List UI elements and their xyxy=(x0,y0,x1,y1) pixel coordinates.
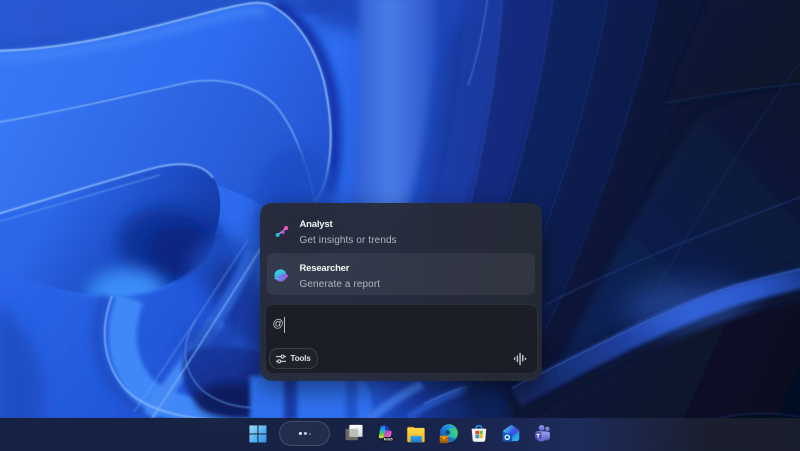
svg-text:M365: M365 xyxy=(384,437,393,441)
